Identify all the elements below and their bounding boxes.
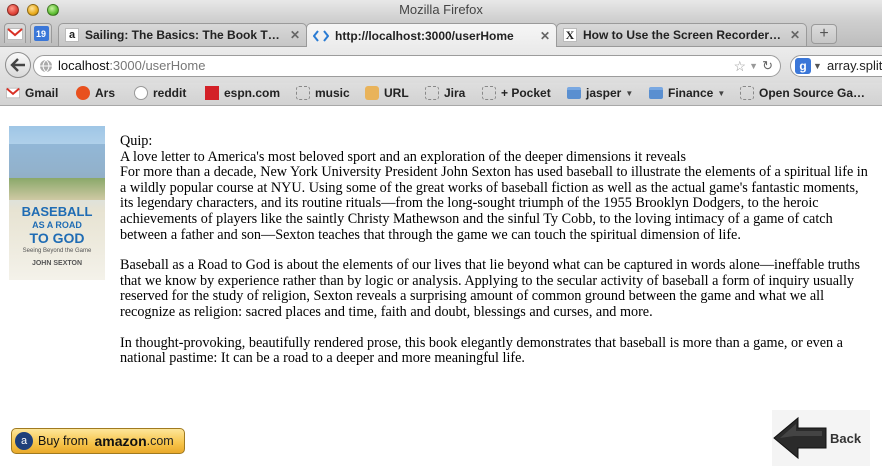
window-title: Mozilla Firefox bbox=[399, 2, 483, 17]
tab-sailing[interactable]: a Sailing: The Basics: The Book Th… ✕ bbox=[58, 23, 307, 46]
tab-strip: 19 a Sailing: The Basics: The Book Th… ✕… bbox=[0, 20, 882, 47]
dev-icon bbox=[313, 29, 329, 42]
espn-icon bbox=[205, 86, 219, 100]
url-bar[interactable]: localhost:3000/userHome ☆ ▼ ↻ bbox=[33, 55, 781, 77]
tab-close-icon[interactable]: ✕ bbox=[540, 29, 550, 43]
book-cover-image[interactable]: BASEBALL AS A ROAD TO GOD Seeing Beyond … bbox=[9, 126, 105, 280]
page-icon bbox=[482, 86, 496, 100]
reload-icon[interactable]: ↻ bbox=[762, 56, 773, 76]
description-paragraph: In thought-provoking, beautifully render… bbox=[120, 334, 843, 367]
bookmark-label: music bbox=[315, 86, 350, 100]
pinned-tab-gmail[interactable] bbox=[4, 23, 26, 43]
cover-title-line1: BASEBALL bbox=[21, 204, 93, 219]
back-arrow-icon bbox=[10, 58, 25, 72]
url-history-dropdown-icon[interactable]: ▼ bbox=[749, 56, 758, 76]
cover-field-art bbox=[9, 178, 105, 200]
reddit-icon bbox=[134, 86, 148, 100]
bookmark-espn[interactable]: espn.com bbox=[205, 86, 280, 100]
navigation-bar: localhost:3000/userHome ☆ ▼ ↻ g ▼ array.… bbox=[0, 47, 882, 83]
browser-back-button[interactable] bbox=[5, 52, 31, 78]
bookmark-music[interactable]: music bbox=[296, 86, 350, 100]
cover-title-line2: AS A ROAD bbox=[32, 220, 82, 230]
amazon-logo-icon: a bbox=[15, 432, 33, 450]
bookmark-jira[interactable]: Jira bbox=[425, 86, 465, 100]
quip-label: Quip: bbox=[120, 133, 153, 149]
bookmark-pocket[interactable]: + Pocket bbox=[482, 86, 551, 100]
amazon-brand-text: amazon bbox=[94, 433, 147, 449]
description-paragraph: A love letter to America's most beloved … bbox=[120, 148, 686, 165]
bookmark-ars[interactable]: Ars bbox=[76, 86, 115, 100]
bookmark-label: espn.com bbox=[224, 86, 281, 100]
bookmark-label: Jira bbox=[444, 86, 466, 100]
bookmark-label: URL bbox=[384, 86, 409, 100]
page-icon bbox=[425, 86, 439, 100]
bookmark-url[interactable]: URL bbox=[365, 86, 409, 100]
amazon-domain-text: .com bbox=[146, 434, 174, 448]
page-icon bbox=[296, 86, 310, 100]
bookmark-folder-jasper[interactable]: jasper ▼ bbox=[567, 86, 633, 100]
tab-close-icon[interactable]: ✕ bbox=[790, 28, 800, 42]
gmail-icon bbox=[6, 87, 20, 99]
url-icon bbox=[365, 86, 379, 100]
bookmark-reddit[interactable]: reddit bbox=[134, 86, 186, 100]
tab-label: How to Use the Screen Recorder… bbox=[583, 28, 782, 42]
tab-label: Sailing: The Basics: The Book Th… bbox=[85, 28, 284, 42]
bookmark-gmail[interactable]: Gmail bbox=[6, 86, 58, 100]
bookmark-folder-finance[interactable]: Finance ▼ bbox=[649, 86, 725, 100]
calendar-icon: 19 bbox=[33, 26, 49, 41]
gmail-icon bbox=[7, 27, 23, 40]
back-button[interactable]: Back bbox=[772, 410, 870, 466]
description-paragraph: For more than a decade, New York Univers… bbox=[120, 164, 868, 243]
cover-subtitle: Seeing Beyond the Game bbox=[22, 248, 92, 254]
bookmarks-toolbar: Gmail Ars reddit espn.com music URL Jira… bbox=[0, 83, 882, 106]
back-label: Back bbox=[830, 430, 862, 446]
x-icon: X bbox=[563, 28, 577, 42]
bookmark-label: reddit bbox=[153, 86, 187, 100]
folder-icon bbox=[567, 87, 581, 99]
bookmark-label: Ars bbox=[95, 86, 116, 100]
bookmark-label: + Pocket bbox=[501, 86, 551, 100]
google-search-engine-icon[interactable]: g bbox=[795, 58, 811, 74]
folder-icon bbox=[649, 87, 663, 99]
bookmark-label: jasper bbox=[586, 86, 622, 100]
ars-icon bbox=[76, 86, 90, 100]
cover-author: JOHN SEXTON bbox=[31, 260, 83, 267]
chevron-down-icon: ▼ bbox=[717, 88, 726, 98]
tab-close-icon[interactable]: ✕ bbox=[290, 28, 300, 42]
cover-title-line3: TO GOD bbox=[29, 230, 85, 246]
book-description: Quip: A love letter to America's most be… bbox=[120, 133, 870, 382]
globe-icon bbox=[40, 59, 52, 73]
bookmark-label: Finance bbox=[668, 86, 714, 100]
tab-label: http://localhost:3000/userHome bbox=[335, 28, 514, 43]
buy-from-amazon-button[interactable]: a Buy from amazon .com bbox=[11, 428, 185, 454]
window-titlebar: Mozilla Firefox bbox=[0, 0, 882, 20]
search-engine-dropdown-icon[interactable]: ▼ bbox=[813, 56, 822, 76]
bookmark-star-icon[interactable]: ☆ bbox=[733, 56, 746, 76]
search-input[interactable]: array.split bbox=[827, 58, 882, 73]
left-arrow-icon bbox=[773, 416, 827, 460]
url-host: localhost bbox=[58, 58, 110, 73]
bookmark-open-source-games[interactable]: Open Source Ga… bbox=[740, 86, 865, 100]
bookmark-label: Open Source Ga… bbox=[759, 86, 866, 100]
pinned-tab-calendar[interactable]: 19 bbox=[30, 23, 52, 43]
page-icon bbox=[740, 86, 754, 100]
buy-label: Buy from bbox=[38, 434, 92, 448]
chevron-down-icon: ▼ bbox=[625, 88, 634, 98]
url-path: :3000/userHome bbox=[109, 58, 206, 73]
tab-userhome[interactable]: http://localhost:3000/userHome ✕ bbox=[306, 23, 557, 47]
bookmark-label: Gmail bbox=[25, 86, 59, 100]
amazon-icon: a bbox=[65, 28, 79, 42]
new-tab-button[interactable]: + bbox=[811, 24, 837, 44]
tab-screen-recorder[interactable]: X How to Use the Screen Recorder… ✕ bbox=[556, 23, 807, 46]
search-bar[interactable]: g ▼ array.split bbox=[790, 55, 882, 77]
description-paragraph: Baseball as a Road to God is about the e… bbox=[120, 257, 861, 320]
